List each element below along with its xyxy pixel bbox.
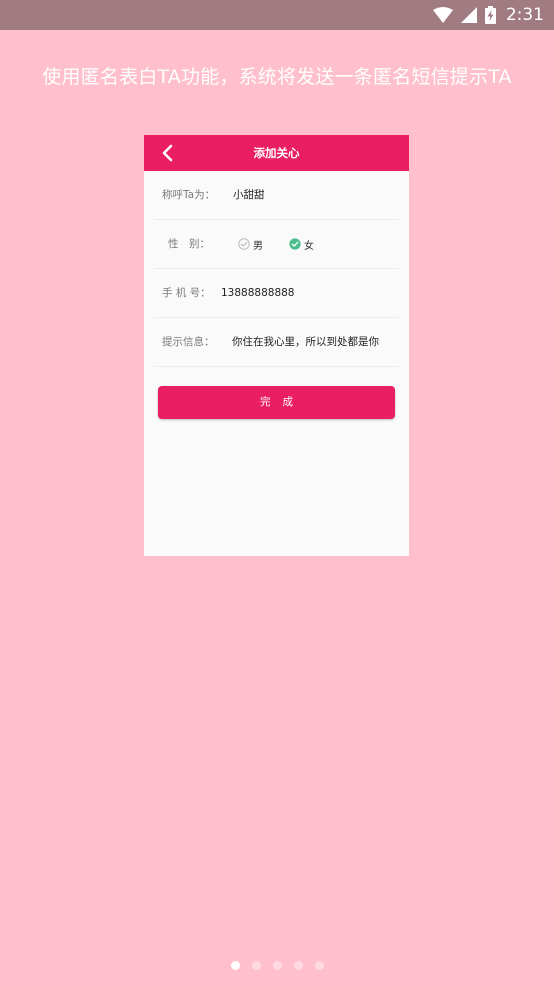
gender-row: 性 别： 男 女 — [154, 220, 399, 269]
gender-label: 性 别： — [168, 238, 210, 250]
message-input[interactable]: 你住在我心里，所以到处都是你 — [232, 318, 379, 366]
status-bar: 2:31 — [0, 0, 554, 30]
card-header: 添加关心 — [144, 135, 409, 171]
signal-icon — [460, 7, 477, 23]
done-button[interactable]: 完成 — [158, 386, 395, 419]
message-label: 提示信息： — [162, 336, 215, 348]
page-dot-5[interactable] — [314, 961, 324, 970]
gender-option-male[interactable]: 男 — [238, 237, 263, 252]
page-dot-2[interactable] — [251, 961, 261, 970]
page-dot-3[interactable] — [272, 961, 282, 970]
nickname-input[interactable]: 小甜甜 — [233, 171, 265, 219]
status-time: 2:31 — [505, 5, 544, 25]
page-dot-1[interactable] — [230, 961, 240, 970]
status-icons: 2:31 — [432, 0, 544, 30]
nickname-row: 称呼Ta为： 小甜甜 — [154, 171, 399, 220]
message-row: 提示信息： 你住在我心里，所以到处都是你 — [154, 318, 399, 367]
gender-option-female[interactable]: 女 — [289, 237, 314, 252]
card-title: 添加关心 — [253, 146, 300, 160]
phone-label: 手 机 号： — [162, 287, 211, 299]
phone-preview-card: 添加关心 称呼Ta为： 小甜甜 性 别： 男 女 手 机 号： 13888888… — [144, 135, 409, 556]
phone-row: 手 机 号： 13888888888 — [154, 269, 399, 318]
wifi-icon — [432, 7, 453, 23]
gender-options: 男 女 — [238, 220, 314, 268]
page-dot-4[interactable] — [293, 961, 303, 970]
phone-input[interactable]: 13888888888 — [221, 269, 295, 317]
battery-charging-icon — [484, 6, 496, 24]
page-indicator — [0, 961, 554, 970]
nickname-label: 称呼Ta为： — [162, 189, 216, 201]
check-circle-filled-icon — [289, 238, 301, 250]
check-circle-outline-icon — [238, 238, 250, 250]
gender-option-male-label: 男 — [253, 240, 263, 252]
banner-text: 使用匿名表白TA功能，系统将发送一条匿名短信提示TA — [42, 66, 512, 88]
gender-option-female-label: 女 — [304, 240, 314, 252]
